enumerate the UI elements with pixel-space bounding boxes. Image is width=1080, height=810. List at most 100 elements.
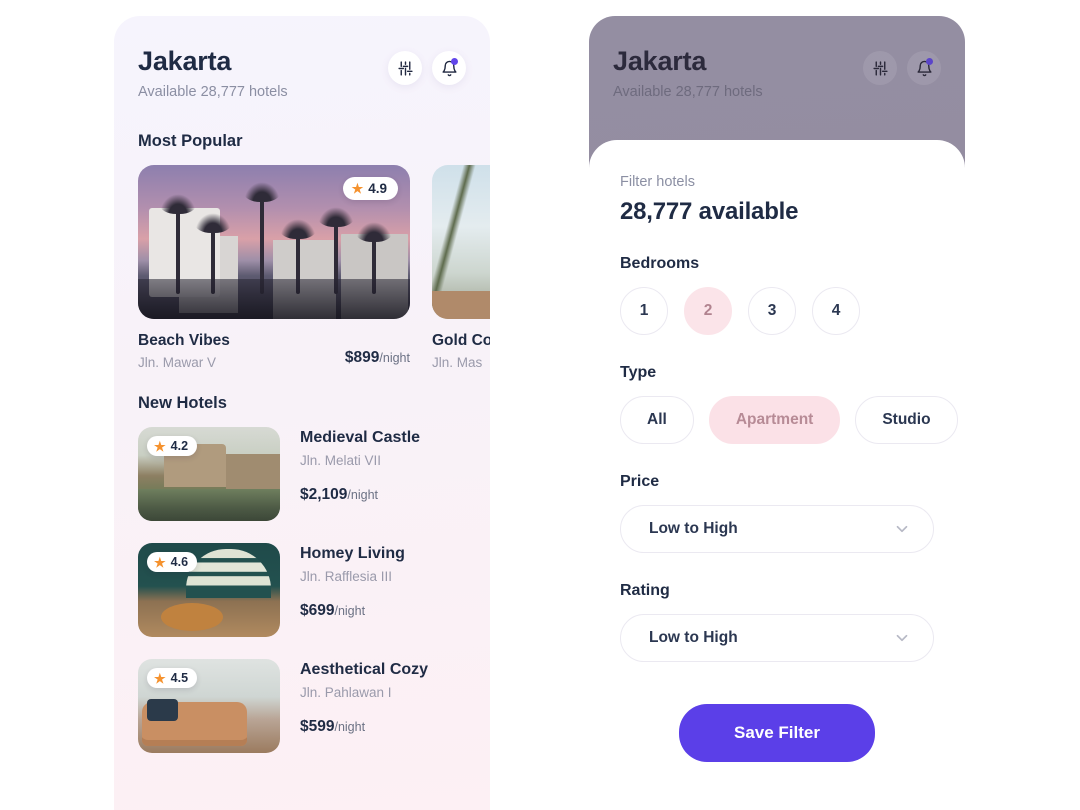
hotel-address: Jln. Melati VII — [300, 453, 382, 469]
notifications-button[interactable] — [907, 51, 941, 85]
bedrooms-option-3[interactable]: 3 — [748, 287, 796, 335]
price-amount: $2,109 — [300, 486, 348, 504]
section-title-new-hotels: New Hotels — [138, 394, 227, 413]
page-title: Jakarta — [138, 46, 232, 76]
bedrooms-group: Bedrooms 1 2 3 4 — [620, 255, 934, 335]
hotel-price: $699/night — [300, 602, 405, 620]
price-amount: $899 — [344, 349, 380, 367]
screenshot-stage: Jakarta Available 28,777 hotels Most Pop… — [0, 0, 1080, 810]
hotel-name: Aesthetical Cozy — [300, 661, 429, 679]
type-group: Type All Apartment Studio — [620, 364, 958, 444]
rating-sort-select[interactable]: Low to High — [620, 614, 934, 662]
hotel-address: Jln. Mas — [432, 355, 483, 371]
bedrooms-option-2[interactable]: 2 — [684, 287, 732, 335]
star-icon: ★ — [351, 181, 364, 197]
star-icon: ★ — [154, 554, 166, 570]
bedrooms-option-4[interactable]: 4 — [812, 287, 860, 335]
hotel-name: Homey Living — [300, 545, 405, 563]
hotel-price: $899/night — [345, 349, 410, 367]
rating-title: Rating — [620, 582, 670, 599]
list-item-info: Aesthetical Cozy Jln. Pahlawan I $599/ni… — [300, 659, 428, 753]
price-amount: $599 — [300, 718, 335, 736]
new-hotels-list: ★ 4.2 Medieval Castle Jln. Melati VII $2… — [114, 427, 490, 754]
page-title: Jakarta — [613, 46, 707, 76]
rating-sort-value: Low to High — [649, 629, 738, 646]
star-icon: ★ — [154, 438, 166, 454]
list-item-info: Homey Living Jln. Rafflesia III $699/nig… — [300, 543, 405, 637]
price-period: /night — [334, 604, 366, 619]
list-item[interactable]: ★ 4.6 Homey Living Jln. Rafflesia III $6… — [138, 543, 466, 638]
price-sort-select[interactable]: Low to High — [620, 505, 934, 553]
type-options: All Apartment Studio — [620, 396, 958, 444]
filter-available-count: 28,777 available — [620, 198, 799, 225]
rating-value: 4.2 — [170, 439, 189, 454]
bedrooms-title: Bedrooms — [620, 255, 700, 272]
type-title: Type — [620, 364, 657, 381]
header-actions — [388, 51, 466, 85]
rating-value: 4.6 — [170, 555, 189, 570]
list-item[interactable]: ★ 4.2 Medieval Castle Jln. Melati VII $2… — [138, 427, 466, 522]
save-filter-wrap: Save Filter — [620, 704, 934, 762]
popular-card-meta: Beach Vibes Jln. Mawar V $899/night — [138, 332, 410, 370]
header-actions — [863, 51, 941, 85]
price-sort-value: Low to High — [649, 520, 738, 537]
filter-sheet-label: Filter hotels — [620, 174, 695, 190]
available-hotels-subtitle: Available 28,777 hotels — [138, 84, 288, 101]
hotel-photo — [432, 165, 490, 320]
rating-badge: ★ 4.9 — [342, 177, 398, 201]
rating-badge: ★ 4.6 — [147, 552, 198, 573]
type-option-apartment[interactable]: Apartment — [708, 396, 841, 444]
hotel-address: Jln. Pahlawan I — [300, 685, 392, 701]
hotel-price: $599/night — [300, 718, 428, 736]
sliders-icon — [397, 60, 414, 77]
header-text-block: Jakarta Available 28,777 hotels — [138, 46, 288, 100]
filter-bottom-sheet: Filter hotels 28,777 available Bedrooms … — [589, 140, 965, 810]
price-period: /night — [379, 351, 410, 366]
price-period: /night — [347, 488, 379, 503]
hotel-thumbnail: ★ 4.5 — [138, 659, 280, 754]
hotel-thumbnail: ★ 4.2 — [138, 427, 280, 522]
filter-button[interactable] — [388, 51, 422, 85]
phone-screen-filter: Jakarta Available 28,777 hotels Filter h… — [589, 16, 965, 810]
notification-badge-dot — [451, 58, 458, 65]
save-filter-button[interactable]: Save Filter — [679, 704, 875, 762]
bedrooms-options: 1 2 3 4 — [620, 287, 934, 335]
price-period: /night — [334, 720, 366, 735]
price-group: Price Low to High — [620, 473, 934, 553]
header-text-block: Jakarta Available 28,777 hotels — [613, 46, 763, 100]
popular-card-text: Gold Co Jln. Mas — [432, 332, 490, 370]
hotel-name: Gold Co — [432, 332, 490, 350]
chevron-down-icon — [893, 520, 911, 538]
bedrooms-option-1[interactable]: 1 — [620, 287, 668, 335]
rating-badge: ★ 4.2 — [147, 436, 198, 457]
star-icon: ★ — [154, 670, 166, 686]
section-title-most-popular: Most Popular — [138, 132, 243, 151]
notification-badge-dot — [926, 58, 933, 65]
popular-card-text: Beach Vibes Jln. Mawar V — [138, 332, 230, 370]
list-item[interactable]: ★ 4.5 Aesthetical Cozy Jln. Pahlawan I $… — [138, 659, 466, 754]
palm-trees-image — [432, 165, 490, 320]
popular-card[interactable]: ★ 4.9 Beach Vibes Jln. Mawar V $899/nigh… — [138, 165, 410, 370]
hotel-name: Medieval Castle — [300, 429, 421, 447]
hotel-price: $2,109/night — [300, 486, 420, 504]
notifications-button[interactable] — [432, 51, 466, 85]
rating-badge: ★ 4.5 — [147, 668, 198, 689]
popular-card[interactable]: Gold Co Jln. Mas — [432, 165, 490, 370]
available-hotels-subtitle: Available 28,777 hotels — [613, 84, 763, 101]
hotel-name: Beach Vibes — [138, 332, 230, 350]
hotel-photo: ★ 4.9 — [138, 165, 410, 320]
price-amount: $699 — [300, 602, 335, 620]
type-option-studio[interactable]: Studio — [855, 396, 958, 444]
price-title: Price — [620, 473, 660, 490]
rating-value: 4.5 — [170, 671, 189, 686]
type-option-all[interactable]: All — [620, 396, 694, 444]
hotel-thumbnail: ★ 4.6 — [138, 543, 280, 638]
filter-button[interactable] — [863, 51, 897, 85]
app-header: Jakarta Available 28,777 hotels — [114, 16, 490, 100]
phone-screen-home: Jakarta Available 28,777 hotels Most Pop… — [114, 16, 490, 810]
popular-carousel[interactable]: ★ 4.9 Beach Vibes Jln. Mawar V $899/nigh… — [114, 165, 490, 370]
chevron-down-icon — [893, 629, 911, 647]
rating-value: 4.9 — [368, 181, 387, 197]
rating-group: Rating Low to High — [620, 582, 934, 662]
sliders-icon — [872, 60, 889, 77]
